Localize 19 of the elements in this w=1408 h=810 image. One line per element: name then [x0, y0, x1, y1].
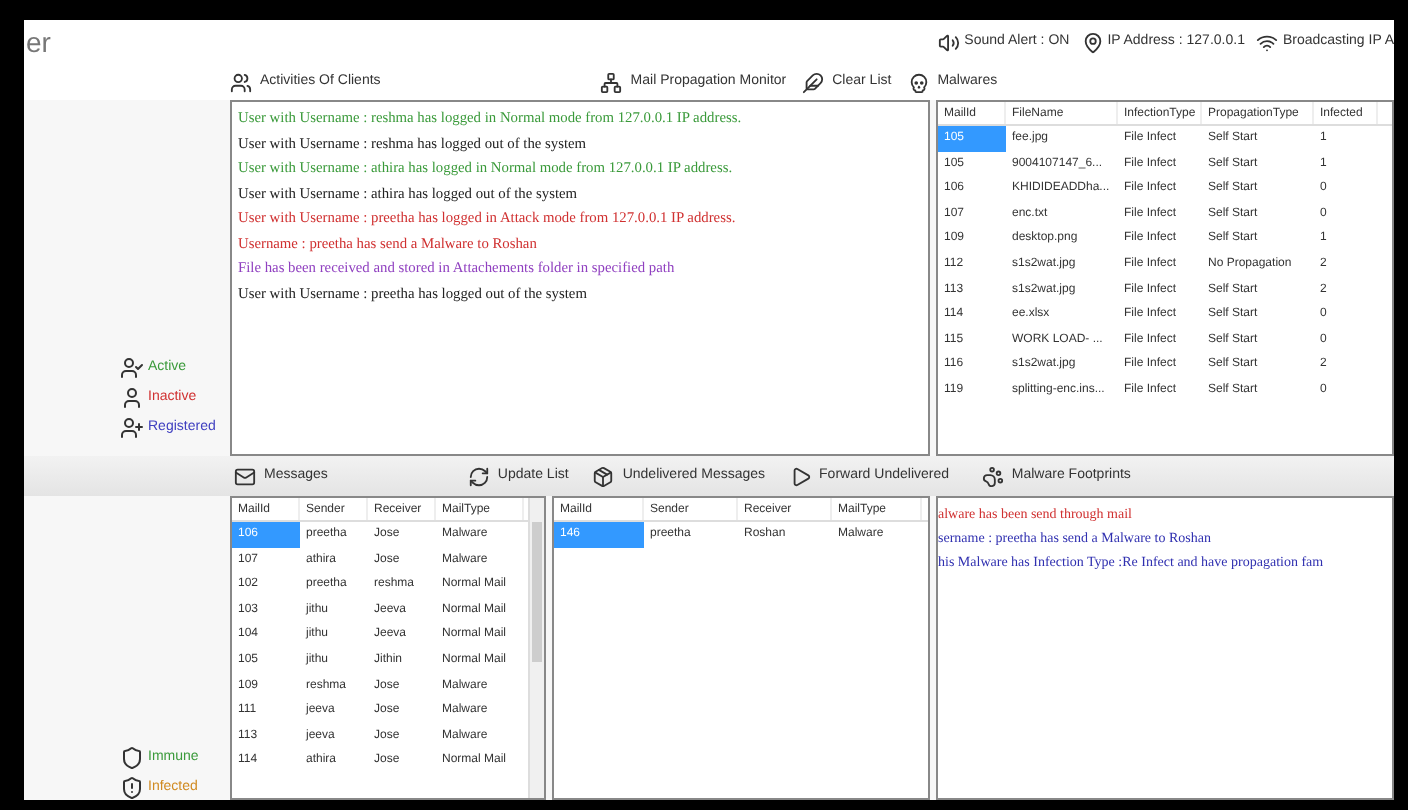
- skull-icon: [907, 71, 930, 93]
- window-title: er: [24, 24, 51, 60]
- paw-print-icon: [981, 465, 1004, 487]
- package-icon: [592, 465, 615, 487]
- shield-icon: [120, 746, 144, 770]
- network-icon: [600, 71, 623, 93]
- user-plus-icon: [120, 416, 144, 440]
- users-icon: [230, 71, 252, 93]
- play-icon: [789, 465, 812, 487]
- user-icon: [120, 386, 144, 410]
- scrollbar[interactable]: [528, 498, 544, 798]
- wifi-icon: [1256, 31, 1279, 53]
- shield-alert-icon: [120, 776, 144, 800]
- map-pin-icon: [1081, 31, 1104, 53]
- feather-icon: [802, 71, 825, 93]
- speaker-icon: [938, 31, 961, 53]
- mail-icon: [234, 465, 256, 487]
- refresh-icon: [467, 465, 490, 487]
- user-check-icon: [120, 356, 144, 380]
